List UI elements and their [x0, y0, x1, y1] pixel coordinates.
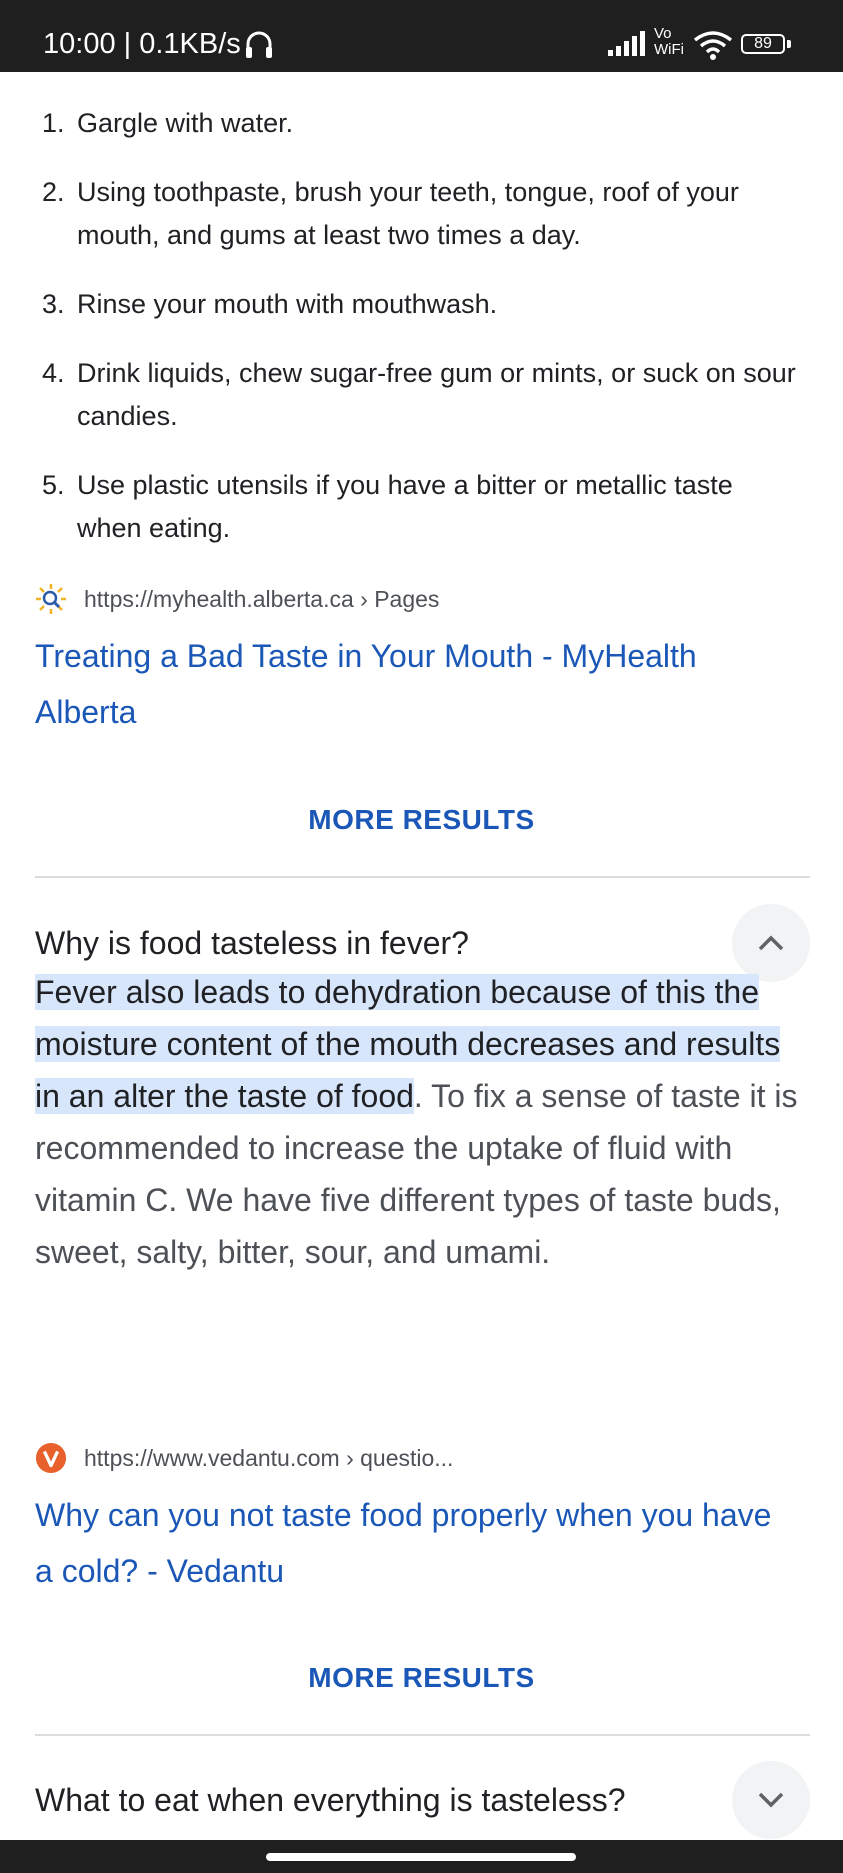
step-text: Using toothpaste, brush your teeth, tong…	[77, 177, 739, 250]
result-source[interactable]: https://www.vedantu.com › questio...	[35, 1442, 453, 1474]
chevron-down-icon	[758, 1792, 784, 1808]
list-item: 1. Gargle with water.	[42, 102, 802, 145]
step-number: 5.	[42, 470, 65, 500]
step-text: Drink liquids, chew sugar-free gum or mi…	[77, 358, 796, 431]
step-text: Gargle with water.	[77, 108, 294, 138]
step-text: Rinse your mouth with mouthwash.	[77, 289, 498, 319]
battery-tip	[787, 40, 791, 48]
answer-snippet: Fever also leads to dehydration because …	[35, 966, 810, 1278]
divider	[35, 1734, 810, 1736]
list-item: 2. Using toothpaste, brush your teeth, to…	[42, 171, 802, 257]
result-url: https://myhealth.alberta.ca › Pages	[84, 585, 440, 612]
step-number: 1.	[42, 108, 65, 138]
chevron-up-icon	[758, 935, 784, 951]
result-url: https://www.vedantu.com › questio...	[84, 1444, 454, 1471]
wifi-icon	[693, 30, 733, 65]
question-row-tasteless[interactable]: What to eat when everything is tasteless…	[35, 1760, 810, 1840]
result-source[interactable]: https://myhealth.alberta.ca › Pages	[35, 583, 439, 615]
status-time: 10:00 | 0.1KB/s	[43, 28, 241, 60]
step-text: Use plastic utensils if you have a bitte…	[77, 470, 733, 543]
result-title-link[interactable]: Treating a Bad Taste in Your Mouth - MyH…	[35, 628, 795, 740]
headset-icon	[244, 28, 274, 65]
vedantu-favicon-icon	[35, 1442, 67, 1474]
myhealth-favicon-icon	[35, 583, 67, 615]
battery-icon: 89	[741, 34, 785, 54]
expand-button[interactable]	[732, 1761, 810, 1839]
step-number: 4.	[42, 358, 65, 388]
more-results-button[interactable]: MORE RESULTS	[0, 804, 843, 836]
step-number: 2.	[42, 177, 65, 207]
battery-level: 89	[754, 35, 772, 52]
status-bar: 10:00 | 0.1KB/s Vo WiFi 89	[0, 0, 843, 72]
question-text: Why is food tasteless in fever?	[35, 924, 469, 961]
home-gesture-handle[interactable]	[266, 1853, 576, 1861]
vowifi-label: Vo WiFi	[654, 25, 684, 58]
list-item: 3. Rinse your mouth with mouthwash.	[42, 283, 802, 326]
divider	[35, 876, 810, 878]
question-text: What to eat when everything is tasteless…	[35, 1781, 626, 1818]
signal-icon	[606, 28, 646, 63]
steps-list: 1. Gargle with water. 2. Using toothpaste,…	[42, 102, 802, 576]
more-results-button[interactable]: MORE RESULTS	[0, 1662, 843, 1694]
list-item: 5. Use plastic utensils if you have a bit…	[42, 464, 802, 550]
result-title-link[interactable]: Why can you not taste food properly when…	[35, 1487, 795, 1599]
step-number: 3.	[42, 289, 65, 319]
list-item: 4. Drink liquids, chew sugar-free gum or …	[42, 352, 802, 438]
